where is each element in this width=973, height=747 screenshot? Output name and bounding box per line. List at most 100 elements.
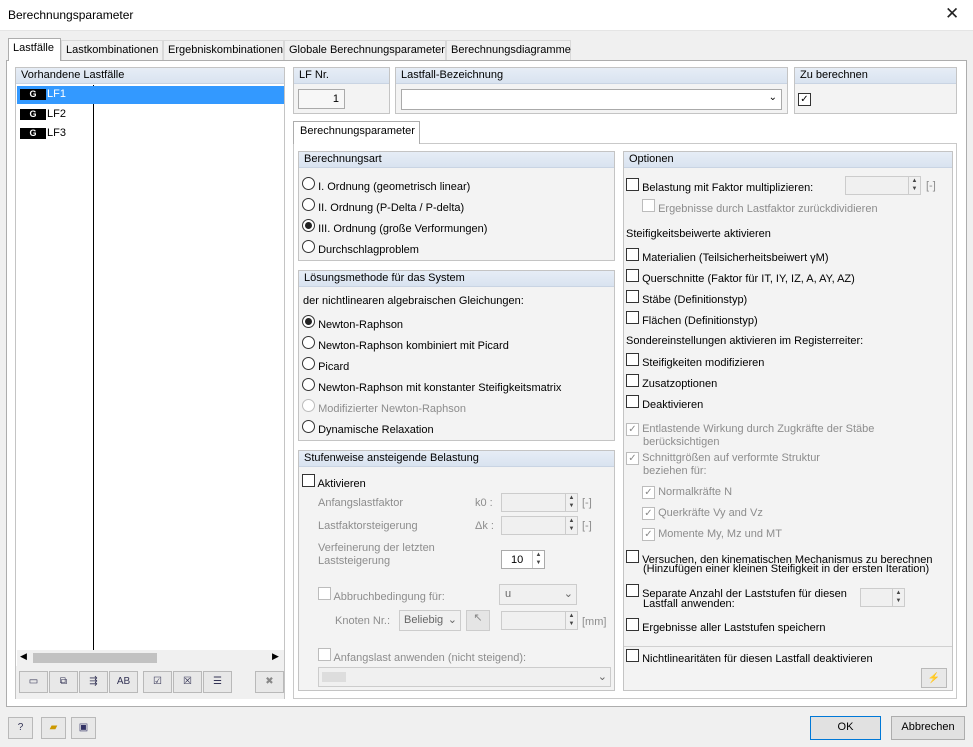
schnitt-checkbox[interactable]: ✓ [626,452,639,465]
radio-button[interactable] [302,240,315,253]
invert-selection-icon[interactable]: ☰ [203,671,232,693]
versuch-checkbox[interactable] [626,550,639,563]
scroll-left-icon[interactable]: ◀ [20,651,27,662]
materialien-checkbox[interactable] [626,248,639,261]
ok-button[interactable]: OK [810,716,881,740]
nichtlin-checkbox[interactable] [626,649,639,662]
tab-berechnungsdiagramme[interactable]: Berechnungsdiagramme [446,40,571,60]
knoten-select[interactable]: Beliebig⌄ [399,610,461,631]
normal-option[interactable]: ✓ Normalkräfte N [642,486,732,499]
horizontal-scrollbar[interactable]: ◀ ▶ [17,650,284,666]
zusatz-option[interactable]: Zusatzoptionen [626,374,717,390]
momente-option[interactable]: ✓ Momente My, Mz und MT [642,528,782,541]
zusatz-checkbox[interactable] [626,374,639,387]
nichtlin-option[interactable]: Nichtlinearitäten für diesen Lastfall de… [626,649,873,665]
entlast-option[interactable]: ✓ Entlastende Wirkung durch Zugkräfte de… [626,423,874,436]
abbruch-select[interactable]: u⌄ [499,584,577,605]
radio-dynamische[interactable]: Dynamische Relaxation [302,420,434,436]
deaktivieren-checkbox[interactable] [626,395,639,408]
querschnitte-option[interactable]: Querschnitte (Faktor für IT, IY, IZ, A, … [626,269,855,285]
materialien-option[interactable]: Materialien (Teilsicherheitsbeiwert γM) [626,248,829,264]
scroll-thumb[interactable] [33,653,157,663]
alle-option[interactable]: Ergebnisse aller Laststufen speichern [626,618,826,634]
alle-checkbox[interactable] [626,618,639,631]
spinner-icon[interactable]: ▲▼ [565,494,577,511]
spinner-icon[interactable]: ▲▼ [565,612,577,629]
bezeichnung-combo[interactable]: ⌄ [401,89,782,110]
radio-option-2[interactable]: II. Ordnung (P-Delta / P-delta) [302,198,464,214]
close-icon[interactable]: ✕ [945,4,959,24]
flaechen-checkbox[interactable] [626,311,639,324]
zurueck-checkbox[interactable] [642,199,655,212]
radio-option-3[interactable]: III. Ordnung (große Verformungen) [302,219,487,235]
radio-button[interactable] [302,378,315,391]
tab-lastfaelle[interactable]: Lastfälle [8,38,61,61]
entlast-checkbox[interactable]: ✓ [626,423,639,436]
list-item-lf1[interactable]: G LF1 [17,86,284,104]
staebe-option[interactable]: Stäbe (Definitionstyp) [626,290,747,306]
faktor-input[interactable]: ▲▼ [845,176,921,195]
copy-lastfall-icon[interactable]: ⧉ [49,671,78,693]
tab-globale-parameter[interactable]: Globale Berechnungsparameter [284,40,446,60]
chevron-down-icon[interactable]: ⌄ [564,587,573,600]
flaechen-option[interactable]: Flächen (Definitionstyp) [626,311,758,327]
radio-button[interactable] [302,357,315,370]
check-all-icon[interactable]: ☑ [143,671,172,693]
radio-picard[interactable]: Picard [302,357,349,373]
spinner-icon[interactable]: ▲▼ [532,551,544,568]
delete-icon[interactable]: ✖ [255,671,284,693]
lightning-icon[interactable]: ⚡ [921,668,947,688]
radio-button[interactable] [302,177,315,190]
staebe-checkbox[interactable] [626,290,639,303]
chevron-down-icon[interactable]: ⌄ [769,92,777,103]
radio-button[interactable] [302,315,315,328]
cancel-button[interactable]: Abbrechen [891,716,965,740]
radio-option-4[interactable]: Durchschlagproblem [302,240,419,256]
radio-button[interactable] [302,399,315,412]
radio-newton-raphson[interactable]: Newton-Raphson [302,315,403,331]
help-icon[interactable]: ? [8,717,33,739]
radio-modifizierter[interactable]: Modifizierter Newton-Raphson [302,399,466,415]
steigerung-input[interactable]: ▲▼ [501,516,578,535]
abbruch-checkbox[interactable] [318,587,331,600]
chevron-down-icon[interactable]: ⌄ [598,670,607,683]
quer-checkbox[interactable]: ✓ [642,507,655,520]
tab-ergebniskombinationen[interactable]: Ergebniskombinationen [163,40,284,60]
spinner-icon[interactable]: ▲▼ [908,177,920,194]
abbruch-option[interactable]: Abbruchbedingung für: [318,587,445,603]
list-item-lf3[interactable]: G LF3 [17,125,284,143]
zu-berechnen-checkbox[interactable]: ✓ [798,93,811,106]
rename-icon[interactable]: AB [109,671,138,693]
radio-newton-picard[interactable]: Newton-Raphson kombiniert mit Picard [302,336,509,352]
anfangslast-option[interactable]: Anfangslast anwenden (nicht steigend): [318,648,526,664]
import-icon[interactable]: ⇶ [79,671,108,693]
spinner-icon[interactable]: ▲▼ [892,589,904,606]
knoten-wert-input[interactable]: ▲▼ [501,611,578,630]
tab-lastkombinationen[interactable]: Lastkombinationen [61,40,163,60]
pick-node-icon[interactable]: ↖ [466,610,490,631]
faktor-option[interactable]: Belastung mit Faktor multiplizieren: [626,178,813,194]
anfangslast-checkbox[interactable] [318,648,331,661]
radio-newton-konstant[interactable]: Newton-Raphson mit konstanter Steifigkei… [302,378,561,394]
uncheck-all-icon[interactable]: ☒ [173,671,202,693]
list-item-lf2[interactable]: G LF2 [17,106,284,124]
deaktivieren-option[interactable]: Deaktivieren [626,395,703,411]
radio-button[interactable] [302,420,315,433]
anfangslast-select[interactable]: ⌄ [318,667,611,687]
zurueck-option[interactable]: Ergebnisse durch Lastfaktor zurückdividi… [642,199,878,215]
aktivieren-option[interactable]: Aktivieren [302,474,366,490]
momente-checkbox[interactable]: ✓ [642,528,655,541]
radio-option-1[interactable]: I. Ordnung (geometrisch linear) [302,177,470,193]
separat-checkbox[interactable] [626,584,639,597]
lf-nr-field[interactable]: 1 [298,89,345,109]
steif-mod-option[interactable]: Steifigkeiten modifizieren [626,353,764,369]
radio-button[interactable] [302,198,315,211]
normal-checkbox[interactable]: ✓ [642,486,655,499]
tab-berechnungsparameter[interactable]: Berechnungsparameter [293,121,420,144]
faktor-checkbox[interactable] [626,178,639,191]
schnitt-option[interactable]: ✓ Schnittgrößen auf verformte Struktur [626,452,820,465]
separat-input[interactable]: ▲▼ [860,588,905,607]
scroll-right-icon[interactable]: ▶ [272,651,279,662]
aktivieren-checkbox[interactable] [302,474,315,487]
radio-button[interactable] [302,336,315,349]
